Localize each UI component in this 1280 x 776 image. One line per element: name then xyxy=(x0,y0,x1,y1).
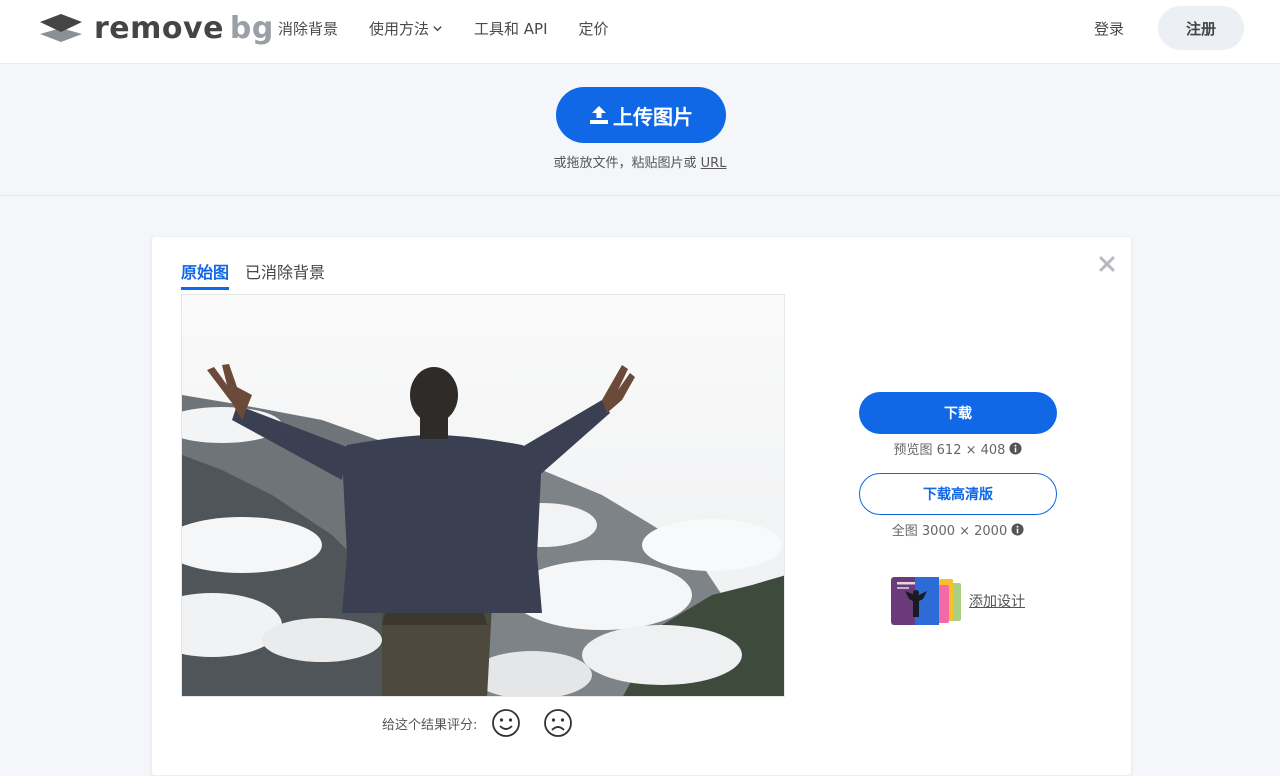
nav-remove-background[interactable]: 消除背景 xyxy=(278,18,338,39)
rating-label: 给这个结果评分: xyxy=(382,717,478,733)
tab-original[interactable]: 原始图 xyxy=(181,259,230,290)
upload-button-label: 上传图片 xyxy=(613,104,693,129)
info-icon[interactable] xyxy=(1009,442,1022,455)
nav-label: 使用方法 xyxy=(369,19,430,38)
upload-section: 上传图片 或拖放文件，粘贴图片或 URL xyxy=(0,64,1280,196)
header: remove bg 消除背景 使用方法 工具和 API 定价 登录 注册 xyxy=(0,0,1280,64)
frown-icon[interactable] xyxy=(543,708,573,738)
nav-label: 工具和 API xyxy=(474,19,548,38)
nav-pricing[interactable]: 定价 xyxy=(579,18,609,39)
close-icon[interactable] xyxy=(1097,254,1117,274)
original-image-preview xyxy=(181,294,785,697)
logo-word-bg: bg xyxy=(229,11,274,46)
add-design-link[interactable]: 添加设计 xyxy=(891,577,1025,625)
full-size-text: 全图 3000 × 2000 xyxy=(891,524,1008,539)
login-link[interactable]: 登录 xyxy=(1094,18,1124,39)
smile-icon[interactable] xyxy=(491,708,521,738)
paste-url-link[interactable]: URL xyxy=(701,156,727,171)
result-card: 原始图 已消除背景 给这个结果评分: 下载 预览图 612 × 408 下载高清… xyxy=(151,236,1132,776)
design-thumbnail-icon xyxy=(891,577,961,625)
logo-stack-icon xyxy=(40,14,82,42)
nav-label: 定价 xyxy=(578,19,609,38)
full-size-info: 全图 3000 × 2000 xyxy=(859,520,1057,539)
upload-hint-text: 或拖放文件，粘贴图片或 xyxy=(553,156,697,171)
logo-word-remove: remove xyxy=(94,11,224,46)
rating-bar: 给这个结果评分: xyxy=(382,707,595,739)
nav-tools-api[interactable]: 工具和 API xyxy=(474,18,548,39)
preview-size-info: 预览图 612 × 408 xyxy=(859,439,1057,458)
preview-size-text: 预览图 612 × 408 xyxy=(893,443,1006,458)
upload-hint: 或拖放文件，粘贴图片或 URL xyxy=(0,152,1280,171)
logo[interactable]: remove bg xyxy=(38,12,274,46)
nav-how-to-use[interactable]: 使用方法 xyxy=(369,18,443,39)
logo-text: remove bg xyxy=(94,12,274,46)
main-nav: 消除背景 使用方法 工具和 API 定价 xyxy=(278,0,640,56)
signup-button[interactable]: 注册 xyxy=(1158,6,1244,50)
add-design-label: 添加设计 xyxy=(969,594,1025,610)
nav-label: 消除背景 xyxy=(278,19,339,38)
chevron-down-icon xyxy=(433,25,442,31)
info-icon[interactable] xyxy=(1011,523,1024,536)
download-hd-button[interactable]: 下载高清版 xyxy=(859,473,1057,515)
download-button[interactable]: 下载 xyxy=(859,392,1057,434)
photo-man-on-mountain xyxy=(182,295,784,696)
tab-removed-background[interactable]: 已消除背景 xyxy=(245,259,325,283)
upload-icon xyxy=(590,106,608,124)
upload-image-button[interactable]: 上传图片 xyxy=(556,87,726,143)
